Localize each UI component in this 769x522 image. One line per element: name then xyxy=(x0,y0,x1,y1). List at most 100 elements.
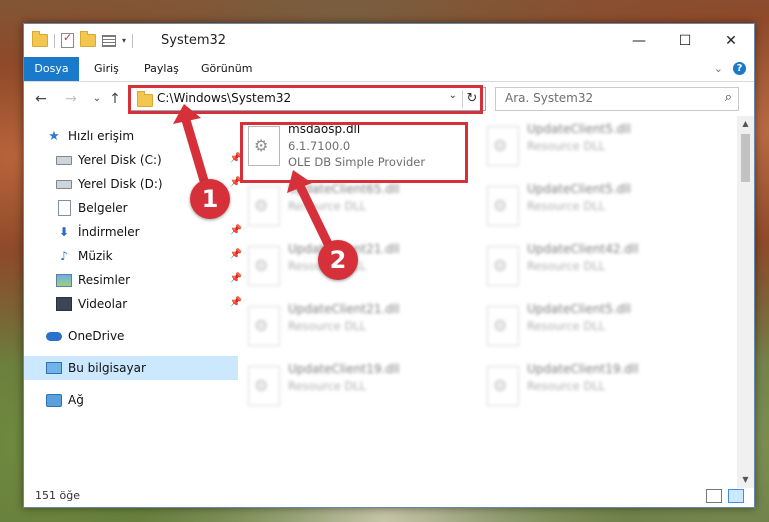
file-name: UpdateClient21.dll xyxy=(288,302,400,316)
file-name: UpdateClient5.dll xyxy=(527,182,631,196)
recent-locations-button[interactable]: ⌄ xyxy=(88,89,106,109)
item-count: 151 öğe xyxy=(35,489,80,502)
file-item[interactable]: UpdateClient5.dll Resource DLL xyxy=(479,300,704,352)
sidebar-item-onedrive[interactable]: OneDrive xyxy=(24,324,238,348)
view-toggle xyxy=(706,489,744,503)
vertical-scrollbar[interactable]: ▲ ▼ xyxy=(737,116,754,488)
status-bar: 151 öğe xyxy=(24,485,754,507)
tab-home[interactable]: Giriş xyxy=(94,57,119,81)
forward-button[interactable]: → xyxy=(62,89,80,109)
file-item[interactable]: UpdateClient42.dll Resource DLL xyxy=(479,240,704,292)
file-type: Resource DLL xyxy=(527,319,606,333)
file-list: msdaosp.dll 6.1.7100.0 OLE DB Simple Pro… xyxy=(224,116,734,488)
expand-ribbon-icon[interactable]: ⌄ xyxy=(714,62,723,75)
step-1-badge: 1 xyxy=(190,179,230,219)
address-path[interactable]: C:\Windows\System32 xyxy=(157,91,291,105)
minimize-button[interactable]: — xyxy=(616,24,662,57)
details-view-icon[interactable] xyxy=(706,489,722,503)
file-name: UpdateClient19.dll xyxy=(527,362,639,376)
file-item[interactable]: UpdateClient5.dll Resource DLL xyxy=(479,180,704,232)
sidebar-item-label: Hızlı erişim xyxy=(68,129,135,143)
sidebar-item-label: İndirmeler xyxy=(78,225,140,239)
search-box[interactable]: Ara. System32 ⌕ xyxy=(495,87,739,111)
back-button[interactable]: ← xyxy=(32,89,50,109)
tab-file[interactable]: Dosya xyxy=(24,57,79,81)
file-item[interactable]: UpdateClient65.dll Resource DLL xyxy=(240,180,465,232)
address-bar[interactable]: C:\Windows\System32 ⌄ ↻ xyxy=(128,87,486,111)
star-icon: ★ xyxy=(48,128,60,144)
help-icon[interactable]: ? xyxy=(733,62,746,75)
dll-file-icon xyxy=(248,186,280,226)
folder-icon xyxy=(137,91,153,107)
up-button[interactable]: ↑ xyxy=(106,89,124,109)
sidebar-item-quick-access[interactable]: ★ Hızlı erişim xyxy=(24,124,238,148)
dll-file-icon xyxy=(248,366,280,406)
maximize-button[interactable]: ☐ xyxy=(662,24,708,57)
sidebar-item-label: Müzik xyxy=(78,249,113,263)
search-icon[interactable]: ⌕ xyxy=(725,90,732,105)
drive-icon xyxy=(56,176,72,192)
new-folder-icon[interactable] xyxy=(80,31,96,47)
file-name: msdaosp.dll xyxy=(288,122,361,136)
dll-file-icon xyxy=(487,246,519,286)
divider xyxy=(132,33,134,48)
quick-access-toolbar: ▾ xyxy=(32,31,134,48)
folder-icon xyxy=(32,31,48,47)
ribbon-right-controls: ⌄ ? xyxy=(714,62,746,75)
file-type: Resource DLL xyxy=(288,379,367,393)
sidebar-item-label: Belgeler xyxy=(78,201,128,215)
file-item[interactable]: UpdateClient5.dll Resource DLL xyxy=(479,120,704,172)
refresh-button[interactable]: ↻ xyxy=(462,90,481,108)
navigation-pane: ★ Hızlı erişim Yerel Disk (C:) 📌 Yerel D… xyxy=(24,116,242,488)
sidebar-item-label: Resimler xyxy=(78,273,131,287)
dll-file-icon xyxy=(487,126,519,166)
network-icon xyxy=(46,392,62,408)
file-item[interactable]: UpdateClient19.dll Resource DLL xyxy=(479,360,704,412)
file-description: OLE DB Simple Provider xyxy=(288,155,426,169)
file-item-msdaosp[interactable]: msdaosp.dll 6.1.7100.0 OLE DB Simple Pro… xyxy=(240,120,465,172)
dll-file-icon xyxy=(487,306,519,346)
sidebar-item-drive-c[interactable]: Yerel Disk (C:) 📌 xyxy=(24,148,248,172)
cloud-icon xyxy=(46,328,62,344)
file-name: UpdateClient5.dll xyxy=(527,122,631,136)
picture-icon xyxy=(56,272,72,288)
file-item[interactable]: UpdateClient21.dll Resource DLL xyxy=(240,300,465,352)
properties-icon[interactable] xyxy=(61,31,74,48)
tab-share[interactable]: Paylaş xyxy=(144,57,179,81)
file-version: 6.1.7100.0 xyxy=(288,139,351,153)
sidebar-item-downloads[interactable]: ⬇ İndirmeler 📌 xyxy=(24,220,248,244)
file-type: Resource DLL xyxy=(527,139,606,153)
sidebar-item-network[interactable]: Ağ xyxy=(24,388,238,412)
sidebar-item-this-pc[interactable]: Bu bilgisayar xyxy=(24,356,238,380)
scrollbar-thumb[interactable] xyxy=(741,134,750,182)
tiles-view-icon[interactable] xyxy=(728,489,744,503)
dll-file-icon xyxy=(248,306,280,346)
dll-file-icon xyxy=(487,186,519,226)
document-icon xyxy=(56,200,72,216)
customize-dropdown-icon[interactable]: ▾ xyxy=(122,36,126,45)
close-button[interactable]: ✕ xyxy=(708,24,754,57)
title-bar: ▾ System32 — ☐ ✕ xyxy=(24,24,754,57)
file-type: Resource DLL xyxy=(288,199,367,213)
step-2-badge: 2 xyxy=(318,240,358,280)
download-icon: ⬇ xyxy=(58,225,70,239)
tab-view[interactable]: Görünüm xyxy=(201,57,252,81)
video-icon xyxy=(56,296,72,312)
sidebar-item-videos[interactable]: Videolar 📌 xyxy=(24,292,248,316)
drive-icon xyxy=(56,152,72,168)
divider xyxy=(54,33,55,48)
sidebar-item-label: Videolar xyxy=(78,297,128,311)
file-explorer-window: ▾ System32 — ☐ ✕ Dosya Giriş Paylaş Görü… xyxy=(23,23,755,508)
file-name: UpdateClient5.dll xyxy=(527,302,631,316)
view-options-icon[interactable] xyxy=(102,34,116,47)
sidebar-item-music[interactable]: ♪ Müzik 📌 xyxy=(24,244,248,268)
dll-file-icon xyxy=(487,366,519,406)
file-item[interactable]: UpdateClient19.dll Resource DLL xyxy=(240,360,465,412)
address-dropdown-icon[interactable]: ⌄ xyxy=(449,90,457,101)
window-title: System32 xyxy=(161,33,227,48)
navigation-bar: ← → ⌄ ↑ C:\Windows\System32 ⌄ ↻ Ara. Sys… xyxy=(24,86,754,112)
sidebar-item-pictures[interactable]: Resimler 📌 xyxy=(24,268,248,292)
file-name: UpdateClient65.dll xyxy=(288,182,400,196)
search-placeholder: Ara. System32 xyxy=(505,91,594,105)
scroll-up-icon[interactable]: ▲ xyxy=(737,116,754,132)
